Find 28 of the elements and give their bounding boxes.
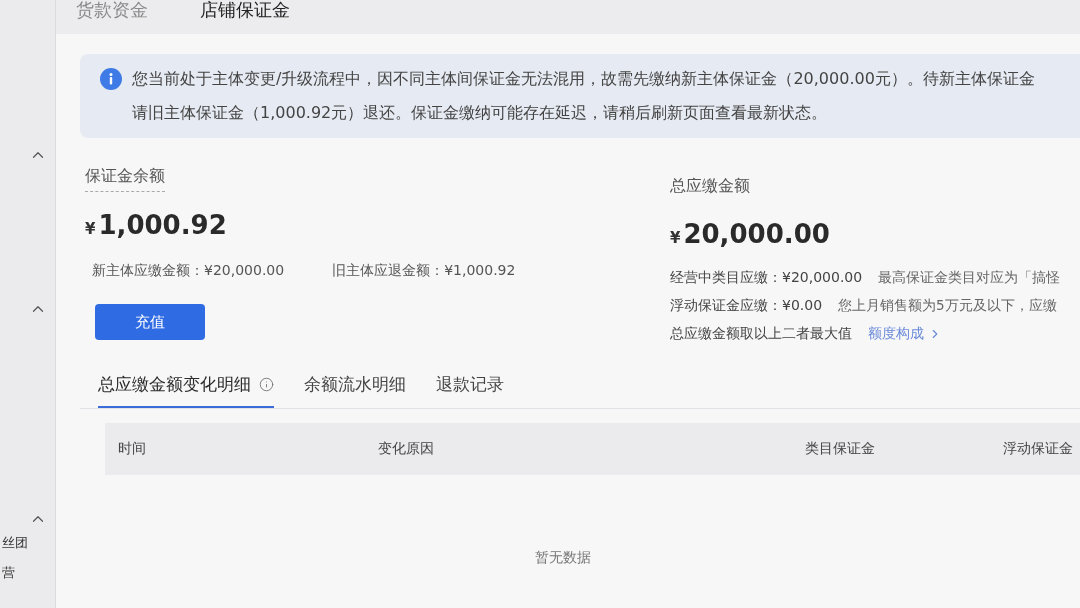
detail-tab[interactable]: 总应缴金额变化明细	[98, 373, 274, 408]
total-due-label: 总应缴金额	[670, 176, 750, 197]
sidebar-item[interactable]: 营	[0, 558, 55, 588]
due-line-note: 您上月销售额为5万元及以下，应缴	[838, 297, 1057, 315]
detail-tab[interactable]: 退款记录	[436, 373, 504, 408]
sidebar-item[interactable]: 丝团	[0, 528, 55, 558]
column-header: 类目保证金	[805, 440, 876, 458]
detail-tab[interactable]: 余额流水明细	[304, 373, 406, 408]
notice-text: 您当前处于主体变更/升级流程中，因不同主体间保证金无法混用，故需先缴纳新主体保证金（20,000.00元）。待新主体保证金	[132, 68, 1035, 90]
due-line-text: 经营中类目应缴：¥20,000.00	[670, 269, 863, 287]
notice-text: 请旧主体保证金（1,000.92元）退还。保证金缴纳可能存在延迟，请稍后刷新页面查看最新状态。	[132, 102, 829, 124]
due-line-note: 最高保证金类目对应为「搞怪	[878, 269, 1061, 287]
due-line-text: 浮动保证金应缴：¥0.00	[670, 297, 823, 315]
amount-detail: 旧主体应退金额：¥1,000.92	[332, 262, 516, 280]
total-due-amount: 20,000.00	[683, 219, 830, 249]
column-header: 浮动保证金	[1003, 440, 1074, 458]
currency-symbol: ¥	[670, 229, 681, 247]
column-header: 变化原因	[378, 440, 435, 458]
info-icon	[100, 68, 122, 90]
balance-label: 保证金余额	[85, 166, 165, 192]
amount-detail: 新主体应缴金额：¥20,000.00	[92, 262, 285, 280]
top-tab[interactable]: 店铺保证金	[200, 0, 290, 34]
recharge-button[interactable]: 充值	[95, 304, 205, 340]
column-header: 时间	[118, 440, 147, 458]
due-summary-text: 总应缴金额取以上二者最大值	[670, 325, 852, 343]
balance-amount: 1,000.92	[98, 210, 227, 240]
empty-state-text: 暂无数据	[534, 549, 591, 567]
currency-symbol: ¥	[85, 220, 96, 238]
